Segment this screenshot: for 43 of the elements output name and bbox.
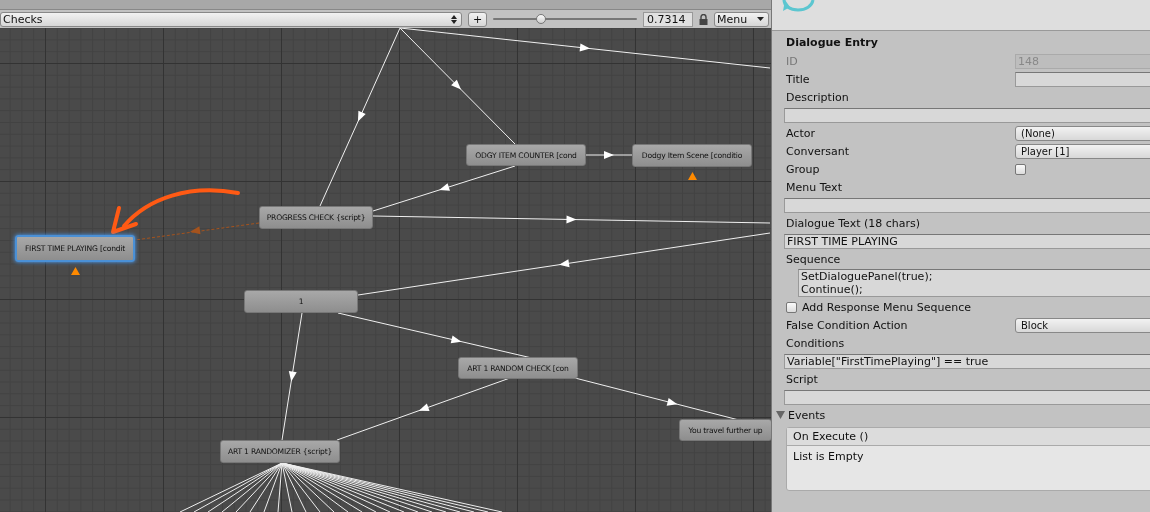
field-label: Conditions: [786, 336, 845, 350]
empty-list-text: List is Empty: [793, 450, 864, 463]
caret-icon: [757, 17, 764, 21]
dropdown[interactable]: Player [1]: [1015, 143, 1150, 159]
lock-icon[interactable]: [699, 13, 708, 25]
dropdown[interactable]: Block: [1015, 317, 1150, 333]
code-line: Continue();: [801, 283, 863, 296]
checkbox-label: Add Response Menu Sequence: [802, 300, 972, 314]
dropdown[interactable]: (None): [1015, 125, 1150, 141]
foldout-label[interactable]: Events: [788, 408, 826, 422]
code-line: SetDialoguePanel(true);: [801, 270, 933, 283]
field-label: Conversant: [786, 144, 849, 158]
foldout-triangle-icon[interactable]: [776, 411, 785, 419]
checkbox[interactable]: [786, 301, 797, 313]
field-label: Script: [786, 372, 818, 386]
text-field[interactable]: [784, 107, 1150, 123]
text-field[interactable]: [784, 197, 1150, 213]
updown-caret-icon: [451, 14, 457, 24]
zoom-value-field[interactable]: 0.7314: [643, 11, 693, 27]
field-label: ID: [786, 54, 798, 68]
add-button[interactable]: +: [468, 11, 487, 27]
field-label: Description: [786, 90, 849, 104]
menu-dropdown[interactable]: Menu: [714, 11, 769, 27]
field-label: Group: [786, 162, 820, 176]
text-field[interactable]: [784, 389, 1150, 405]
text-field[interactable]: Variable["FirstTimePlaying"] == true: [784, 353, 1150, 369]
event-header: On Execute (): [787, 428, 1150, 446]
conversation-dropdown[interactable]: Checks: [0, 11, 462, 27]
text-field[interactable]: FIRST TIME PLAYING: [784, 233, 1150, 249]
section-heading: Dialogue Entry: [786, 35, 879, 51]
text-field[interactable]: [1015, 71, 1150, 87]
field-label: Actor: [786, 126, 815, 140]
field-label: Sequence: [786, 252, 841, 266]
field-label: Dialogue Text (18 chars): [786, 216, 921, 230]
connector-arrow: [583, 151, 635, 159]
zoom-slider[interactable]: [493, 13, 637, 25]
field-label: Menu Text: [786, 180, 842, 194]
field-label: Title: [786, 72, 810, 86]
sequence-field[interactable]: SetDialoguePanel(true); Continue();: [798, 269, 1150, 297]
slider-thumb[interactable]: [535, 14, 546, 24]
field-label: False Condition Action: [786, 318, 908, 332]
speech-bubble-icon: [782, 0, 816, 12]
checkbox[interactable]: [1015, 163, 1026, 175]
